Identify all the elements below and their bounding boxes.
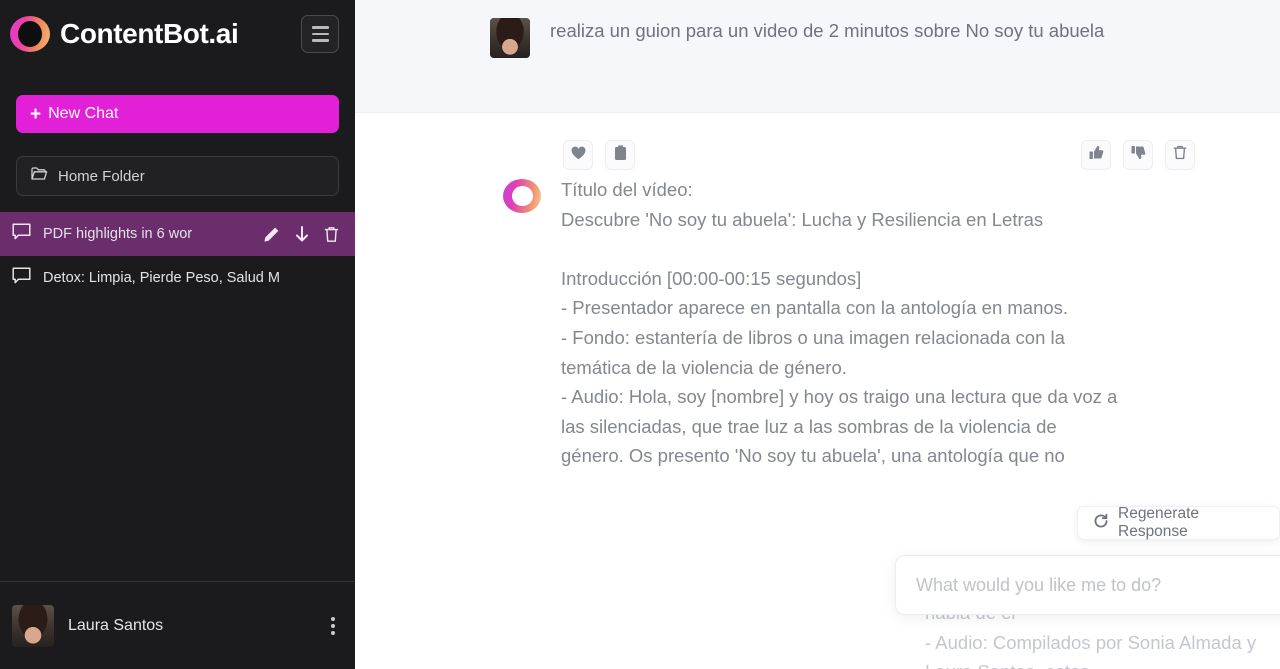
thumbs-up-icon xyxy=(1089,145,1104,165)
hamburger-menu-icon[interactable] xyxy=(301,15,339,53)
home-folder-item[interactable]: Home Folder xyxy=(16,156,339,196)
chat-list-item[interactable]: Detox: Limpia, Pierde Peso, Salud M xyxy=(0,256,355,300)
main-chat-panel: realiza un guion para un video de 2 minu… xyxy=(355,0,1280,669)
sidebar-user-footer[interactable]: Laura Santos xyxy=(0,581,355,669)
heart-icon xyxy=(571,146,586,165)
contentbot-logo-icon xyxy=(10,16,50,52)
regenerate-response-button[interactable]: Regenerate Response xyxy=(1077,505,1280,540)
search-input[interactable] xyxy=(916,574,1280,596)
favorite-button[interactable] xyxy=(563,140,593,170)
chat-bubble-icon xyxy=(12,223,31,245)
avatar xyxy=(490,18,530,58)
refresh-icon xyxy=(1093,513,1109,534)
thumbs-up-button[interactable] xyxy=(1081,140,1111,170)
thumbs-down-button[interactable] xyxy=(1123,140,1153,170)
edit-icon[interactable] xyxy=(263,226,280,243)
chat-list-item-title: PDF highlights in 6 wor xyxy=(43,226,193,242)
bot-message-text: Título del vídeo: Descubre 'No soy tu ab… xyxy=(561,179,1118,467)
trash-icon[interactable] xyxy=(324,226,339,243)
home-folder-label: Home Folder xyxy=(58,167,145,185)
user-message-text: realiza un guion para un video de 2 minu… xyxy=(550,20,1105,41)
chat-list-item-active[interactable]: PDF highlights in 6 wor xyxy=(0,212,355,256)
copy-button[interactable] xyxy=(605,140,635,170)
composer-input-shell xyxy=(895,555,1280,615)
chat-list: PDF highlights in 6 wor Detox: Limpia, P… xyxy=(0,212,355,300)
sidebar: ContentBot.ai + New Chat Home Folder PDF… xyxy=(0,0,355,669)
clipboard-icon xyxy=(614,144,627,166)
chat-item-actions xyxy=(263,225,343,243)
regenerate-label: Regenerate Response xyxy=(1118,505,1200,540)
avatar xyxy=(12,604,54,647)
app-root: ContentBot.ai + New Chat Home Folder PDF… xyxy=(0,0,1280,669)
brand-title: ContentBot.ai xyxy=(60,18,239,49)
download-icon[interactable] xyxy=(294,225,310,243)
new-chat-label: New Chat xyxy=(48,105,119,122)
user-name: Laura Santos xyxy=(68,616,164,634)
folder-icon xyxy=(31,167,48,185)
chat-list-item-title: Detox: Limpia, Pierde Peso, Salud M xyxy=(43,270,280,286)
sidebar-header: ContentBot.ai xyxy=(0,0,355,68)
user-message-block: realiza un guion para un video de 2 minu… xyxy=(355,0,1280,113)
feedback-actions xyxy=(1069,140,1195,170)
kebab-menu-icon[interactable] xyxy=(327,613,339,639)
contentbot-logo-icon xyxy=(503,179,541,213)
thumbs-down-icon xyxy=(1131,145,1146,165)
trash-icon xyxy=(1173,145,1187,165)
composer xyxy=(895,555,1280,615)
delete-message-button[interactable] xyxy=(1165,140,1195,170)
new-chat-button[interactable]: + New Chat xyxy=(16,95,339,133)
plus-icon: + xyxy=(30,103,42,125)
sidebar-body: + New Chat Home Folder xyxy=(0,68,355,196)
message-action-bar xyxy=(355,113,1280,175)
bot-message-block: Título del vídeo: Descubre 'No soy tu ab… xyxy=(355,175,1280,471)
chat-bubble-icon xyxy=(12,267,31,289)
